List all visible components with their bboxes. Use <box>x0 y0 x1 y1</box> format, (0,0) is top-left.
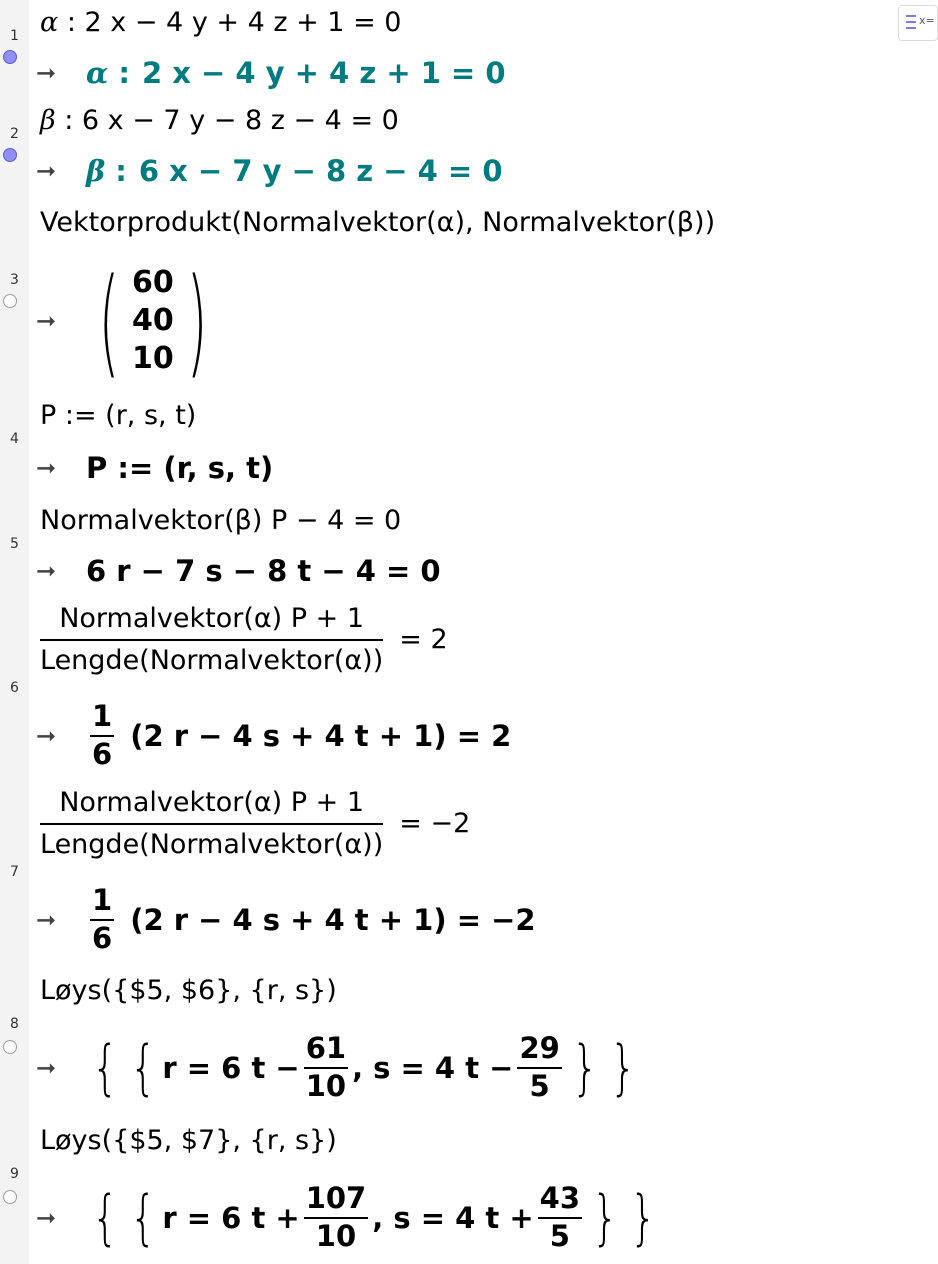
cas-row-1[interactable]: 1 α : 2 x − 4 y + 4 z + 1 = 0 ➞ α : 2 x … <box>0 0 938 99</box>
fraction-bar <box>40 823 384 825</box>
result-vector: ( 60 40 10 ) <box>86 262 220 380</box>
output-arrow-icon: ➞ <box>36 906 57 934</box>
cas-row-7[interactable]: 7 Normalvektor(α) P + 1 Lengde(Normalvek… <box>0 780 938 965</box>
equation-rhs: = −2 <box>399 807 471 839</box>
cas-output: ➞ 1 6 (2 r − 4 s + 4 t + 1) = 2 <box>36 698 511 774</box>
cas-output: ➞ β : 6 x − 7 y − 8 z − 4 = 0 <box>36 154 503 188</box>
output-arrow-icon: ➞ <box>36 157 57 185</box>
vector-y: 40 <box>132 303 174 338</box>
cas-input[interactable]: β : 6 x − 7 y − 8 z − 4 = 0 <box>40 104 399 138</box>
solution-r: r = 6 t − <box>162 1051 300 1085</box>
output-arrow-icon: ➞ <box>36 557 57 585</box>
cas-output: ➞ 6 r − 7 s − 8 t − 4 = 0 <box>36 554 441 588</box>
solution-s: , s = 4 t + <box>372 1201 534 1235</box>
cas-input[interactable]: Løys({$5, $7}, {r, s}) <box>40 1124 337 1158</box>
visibility-marker-icon[interactable] <box>3 148 17 162</box>
stylebar-label: x= <box>919 14 935 27</box>
cas-input[interactable]: P := (r, s, t) <box>40 399 196 433</box>
cas-row-8[interactable]: 8 Løys({$5, $6}, {r, s}) ➞ { { r = 6 t −… <box>0 964 938 1115</box>
solution-s: , s = 4 t − <box>352 1051 514 1085</box>
cas-input[interactable]: α : 2 x − 4 y + 4 z + 1 = 0 <box>40 6 401 40</box>
row-number: 5 <box>10 536 19 552</box>
cas-output: ➞ P := (r, s, t) <box>36 451 273 485</box>
fraction-bar <box>40 639 384 641</box>
cas-output: ➞ 1 6 (2 r − 4 s + 4 t + 1) = −2 <box>36 882 536 958</box>
row-number: 4 <box>10 431 19 447</box>
output-expression: (2 r − 4 s + 4 t + 1) = −2 <box>130 903 536 937</box>
output-expression: P := (r, s, t) <box>86 451 274 485</box>
cas-input[interactable]: Normalvektor(α) P + 1 Lengde(Normalvekto… <box>40 602 448 678</box>
algebra-style-toggle-button[interactable]: x= <box>898 5 938 41</box>
cas-input[interactable]: Normalvektor(β) P − 4 = 0 <box>40 504 401 538</box>
vector-components: 60 40 10 <box>132 264 174 378</box>
visibility-marker-icon[interactable] <box>3 1190 17 1204</box>
cas-row-6[interactable]: 6 Normalvektor(α) P + 1 Lengde(Normalvek… <box>0 596 938 781</box>
input-fraction: Normalvektor(α) P + 1 Lengde(Normalvekto… <box>40 602 384 678</box>
output-fraction: 1 6 <box>90 883 115 955</box>
output-arrow-icon: ➞ <box>36 722 57 750</box>
visibility-marker-icon[interactable] <box>3 1040 17 1054</box>
visibility-marker-icon[interactable] <box>3 50 17 64</box>
left-paren: ( <box>98 252 120 390</box>
solution-r: r = 6 t + <box>162 1201 300 1235</box>
plane-name: α <box>86 56 109 90</box>
fraction-denominator: Lengde(Normalvektor(α)) <box>40 644 384 676</box>
vector-x: 60 <box>132 265 174 300</box>
cas-row-2[interactable]: 2 β : 6 x − 7 y − 8 z − 4 = 0 ➞ β : 6 x … <box>0 98 938 199</box>
cas-row-9[interactable]: 9 Løys({$5, $7}, {r, s}) ➞ { { r = 6 t +… <box>0 1114 938 1264</box>
row-gutter <box>0 1114 29 1264</box>
cas-output: ➞ { { r = 6 t − 61 10 , s = 4 t − 29 5 }… <box>36 1031 637 1103</box>
cas-output: ➞ α : 2 x − 4 y + 4 z + 1 = 0 <box>36 56 506 90</box>
row-gutter <box>0 98 29 198</box>
right-paren: ) <box>186 252 208 390</box>
output-expression: 6 x − 7 y − 8 z − 4 = 0 <box>138 154 503 188</box>
vector-z: 10 <box>132 341 174 376</box>
row-number: 9 <box>10 1166 19 1182</box>
output-arrow-icon: ➞ <box>36 1204 57 1232</box>
cas-row-5[interactable]: 5 Normalvektor(β) P − 4 = 0 ➞ 6 r − 7 s … <box>0 494 938 597</box>
cas-input[interactable]: Løys({$5, $6}, {r, s}) <box>40 974 337 1008</box>
row-number: 6 <box>10 680 19 696</box>
output-arrow-icon: ➞ <box>36 307 57 335</box>
plane-name: β <box>86 154 106 188</box>
input-fraction: Normalvektor(α) P + 1 Lengde(Normalvekto… <box>40 786 384 862</box>
output-fraction: 1 6 <box>90 699 115 771</box>
cas-output: ➞ ( 60 40 10 ) <box>36 256 220 386</box>
equation-rhs: = 2 <box>399 623 448 655</box>
fraction-numerator: Normalvektor(α) P + 1 <box>59 787 365 818</box>
list-icon <box>906 15 916 31</box>
visibility-marker-icon[interactable] <box>3 294 17 308</box>
row-number: 2 <box>10 126 19 142</box>
cas-input[interactable]: Vektorprodukt(Normalvektor(α), Normalvek… <box>40 206 715 240</box>
output-arrow-icon: ➞ <box>36 454 57 482</box>
row-gutter <box>0 198 29 389</box>
row-number: 1 <box>10 28 19 44</box>
output-arrow-icon: ➞ <box>36 1054 57 1082</box>
row-number: 8 <box>10 1016 19 1032</box>
fraction-numerator: Normalvektor(α) P + 1 <box>59 603 365 634</box>
plane-name: β <box>40 105 56 136</box>
row-gutter <box>0 0 29 98</box>
row-gutter <box>0 964 29 1114</box>
cas-row-3[interactable]: 3 Vektorprodukt(Normalvektor(α), Normalv… <box>0 198 938 390</box>
cas-row-4[interactable]: 4 P := (r, s, t) ➞ P := (r, s, t) <box>0 389 938 495</box>
output-arrow-icon: ➞ <box>36 59 57 87</box>
input-expression: 2 x − 4 y + 4 z + 1 = 0 <box>84 7 402 38</box>
output-expression: (2 r − 4 s + 4 t + 1) = 2 <box>130 719 512 753</box>
fraction-denominator: Lengde(Normalvektor(α)) <box>40 828 384 860</box>
row-number: 7 <box>10 864 19 880</box>
output-expression: 2 x − 4 y + 4 z + 1 = 0 <box>141 56 506 90</box>
row-number: 3 <box>10 272 19 288</box>
plane-name: α <box>40 7 59 38</box>
input-expression: 6 x − 7 y − 8 z − 4 = 0 <box>81 105 399 136</box>
cas-input[interactable]: Normalvektor(α) P + 1 Lengde(Normalvekto… <box>40 786 470 862</box>
cas-output: ➞ { { r = 6 t + 107 10 , s = 4 t + 43 5 … <box>36 1181 657 1253</box>
output-expression: 6 r − 7 s − 8 t − 4 = 0 <box>86 554 441 588</box>
